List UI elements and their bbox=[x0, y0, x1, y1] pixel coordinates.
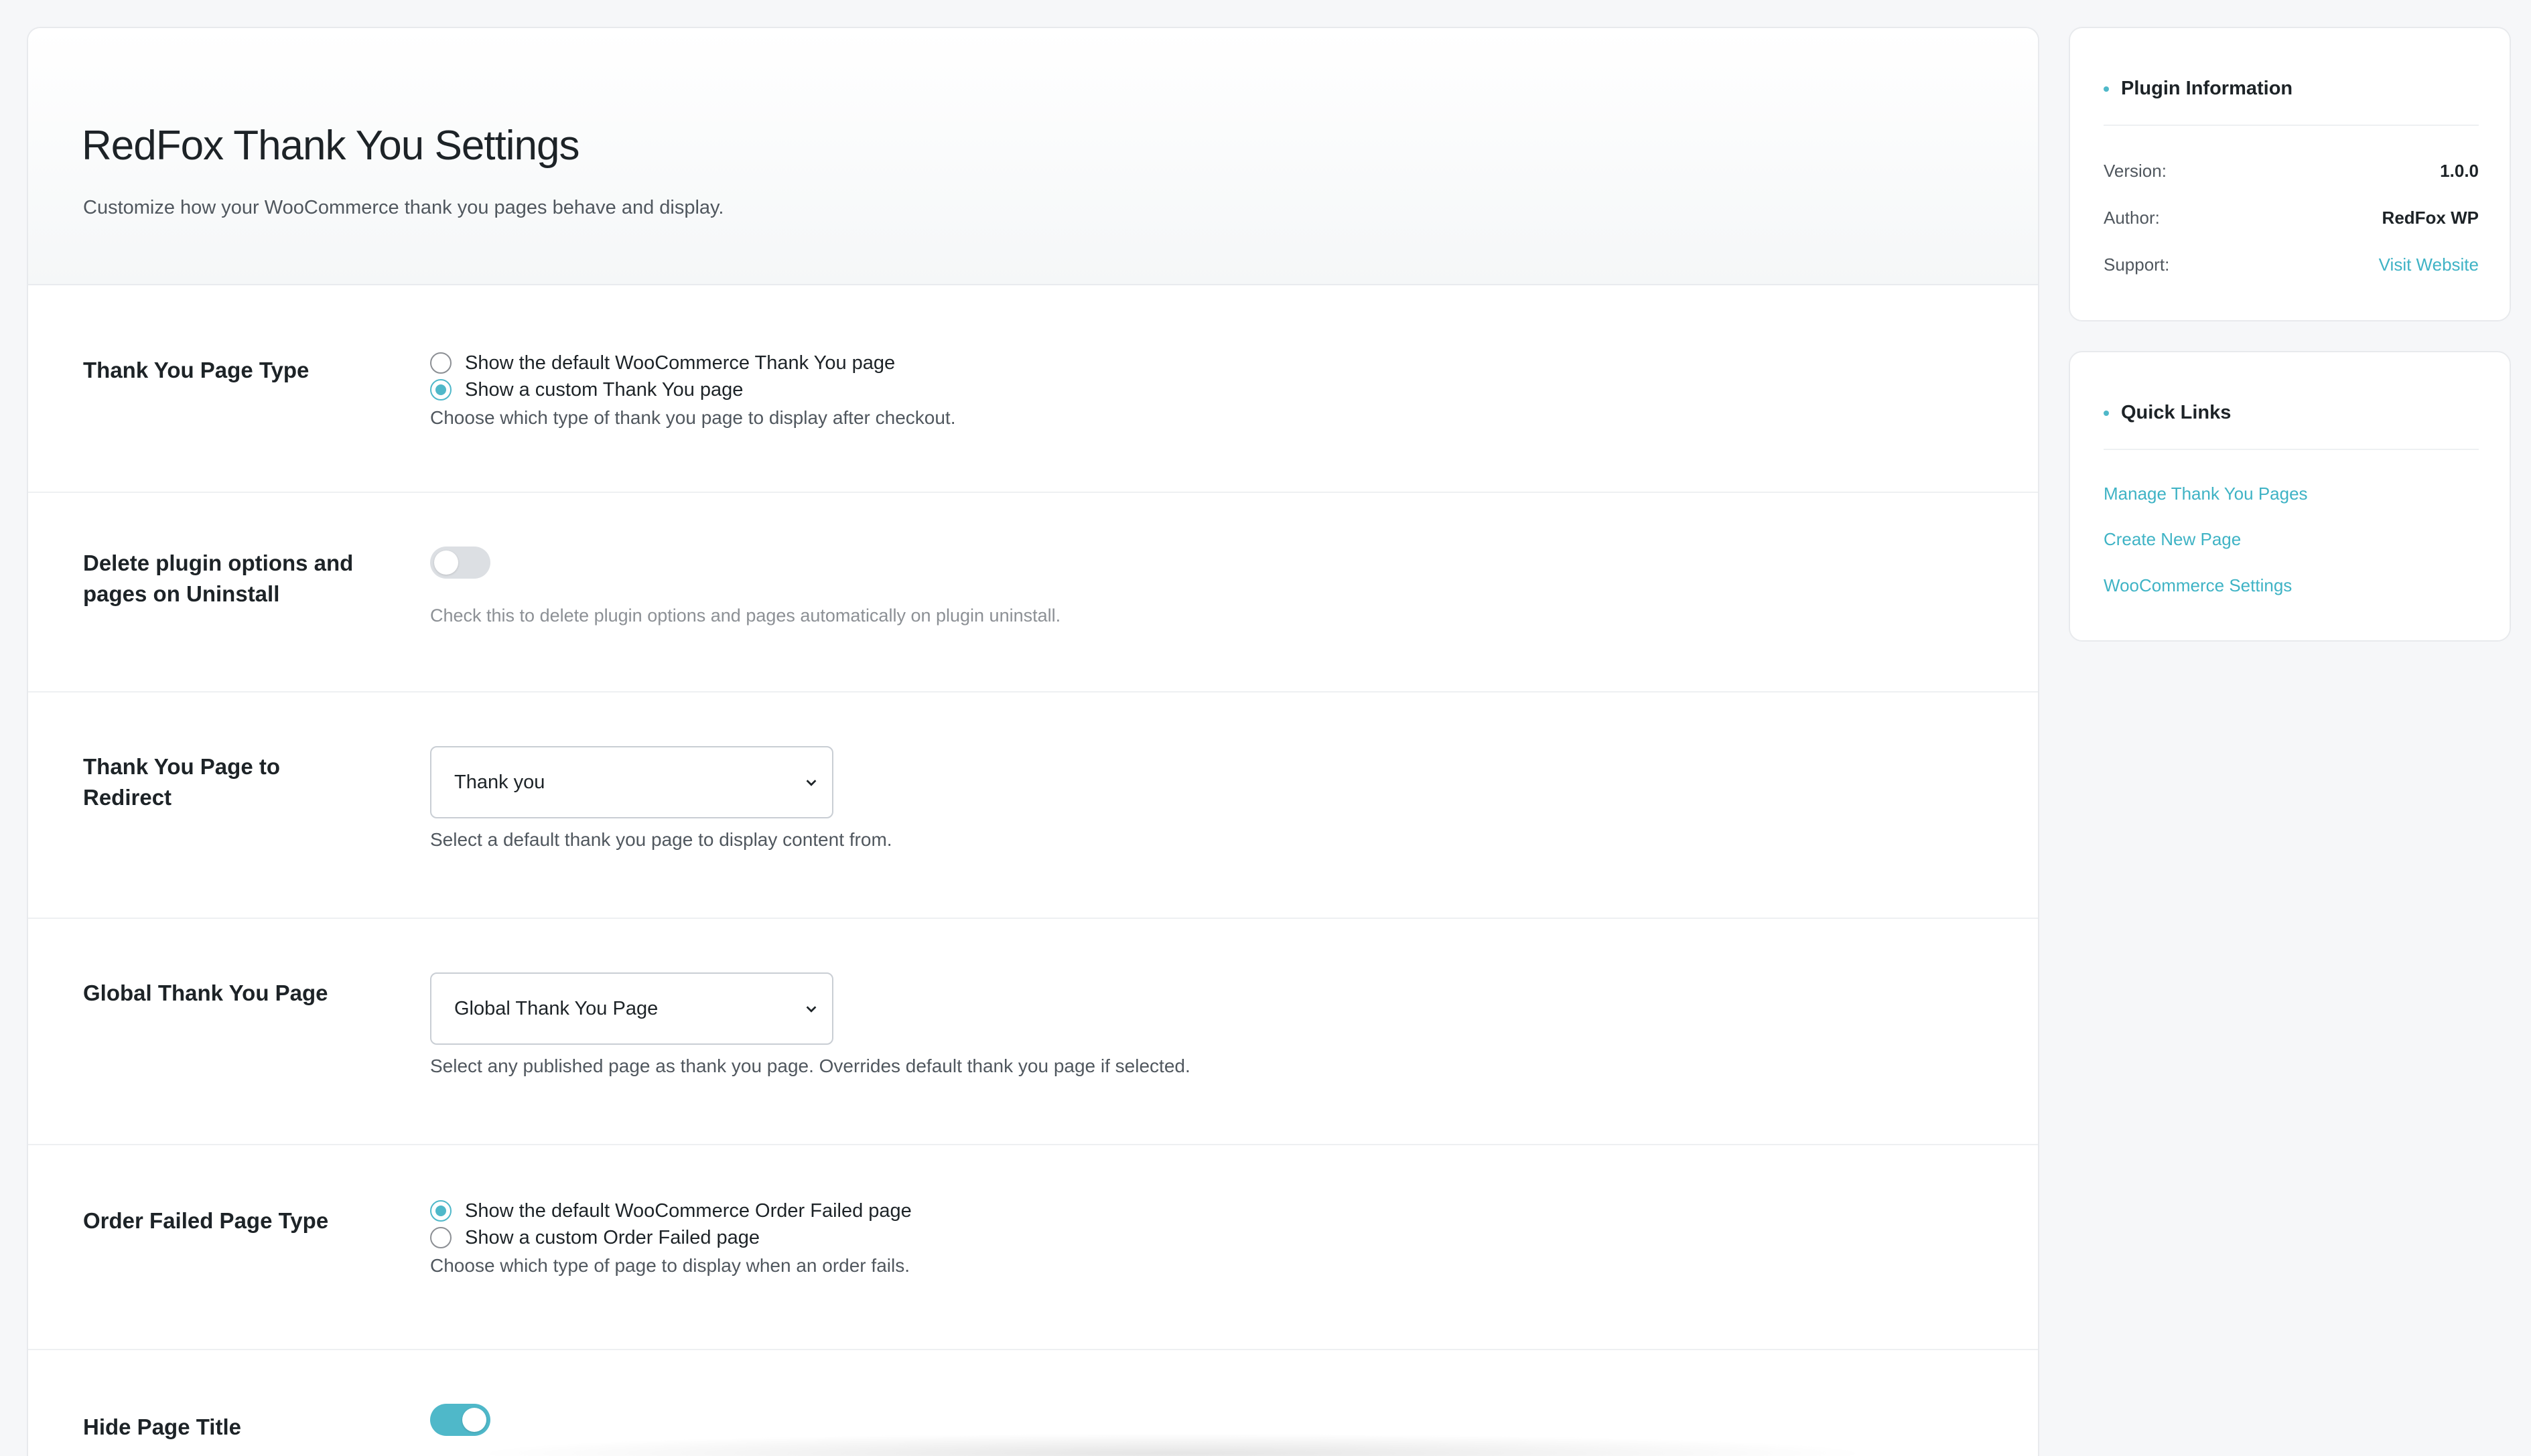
quick-links-divider bbox=[2104, 449, 2479, 450]
redirect-page-control: Thank you Select a default thank you pag… bbox=[430, 746, 892, 851]
global-page-control: Global Thank You Page Select any publish… bbox=[430, 972, 1190, 1077]
radio-default-thank-you-label: Show the default WooCommerce Thank You p… bbox=[465, 352, 896, 374]
radio-custom-thank-you[interactable]: Show a custom Thank You page bbox=[430, 376, 955, 403]
settings-header: RedFox Thank You Settings Customize how … bbox=[28, 28, 2038, 285]
plugin-info-title: Plugin Information bbox=[2121, 78, 2293, 99]
quick-links-heading: Quick Links bbox=[2104, 402, 2231, 424]
global-page-label: Global Thank You Page bbox=[83, 980, 328, 1005]
quick-link-manage-pages[interactable]: Manage Thank You Pages bbox=[2104, 484, 2308, 504]
row-delete-uninstall: Delete plugin options and pages on Unins… bbox=[28, 493, 2038, 693]
quick-link-create-page[interactable]: Create New Page bbox=[2104, 529, 2241, 550]
quick-links-card: Quick Links Manage Thank You Pages Creat… bbox=[2069, 351, 2511, 642]
row-order-failed-type: Order Failed Page Type Show the default … bbox=[28, 1145, 2038, 1350]
settings-card: RedFox Thank You Settings Customize how … bbox=[27, 27, 2039, 1456]
delete-uninstall-toggle[interactable] bbox=[430, 547, 490, 579]
radio-custom-thank-you-label: Show a custom Thank You page bbox=[465, 378, 744, 401]
radio-default-order-failed-circle[interactable] bbox=[430, 1200, 452, 1222]
thank-you-type-label: Thank You Page Type bbox=[83, 358, 310, 382]
order-failed-type-help: Choose which type of page to display whe… bbox=[430, 1255, 910, 1276]
page-title: RedFox Thank You Settings bbox=[82, 123, 579, 169]
row-global-page: Global Thank You Page Global Thank You P… bbox=[28, 919, 2038, 1145]
global-page-value: Global Thank You Page bbox=[454, 997, 659, 1019]
chevron-down-icon bbox=[806, 780, 817, 786]
row-redirect-page: Thank You Page to Redirect Thank you Sel… bbox=[28, 693, 2038, 919]
thank-you-type-help: Choose which type of thank you page to d… bbox=[430, 407, 956, 428]
row-thank-you-type: Thank You Page Type Show the default Woo… bbox=[28, 285, 2038, 493]
redirect-page-value: Thank you bbox=[454, 771, 545, 793]
radio-default-thank-you[interactable]: Show the default WooCommerce Thank You p… bbox=[430, 350, 955, 376]
redirect-page-help: Select a default thank you page to displ… bbox=[430, 829, 892, 850]
version-value: 1.0.0 bbox=[2440, 161, 2479, 181]
chevron-down-icon bbox=[806, 1006, 817, 1013]
dot-icon bbox=[2104, 410, 2109, 416]
order-failed-type-options: Show the default WooCommerce Order Faile… bbox=[430, 1197, 912, 1277]
hide-page-title-toggle[interactable] bbox=[430, 1404, 490, 1436]
delete-uninstall-control: Check this to delete plugin options and … bbox=[430, 547, 1061, 626]
delete-uninstall-help: Check this to delete plugin options and … bbox=[430, 605, 1061, 626]
author-key: Author: bbox=[2104, 208, 2160, 228]
visit-website-link[interactable]: Visit Website bbox=[2379, 254, 2479, 275]
radio-custom-thank-you-circle[interactable] bbox=[430, 379, 452, 401]
global-page-help: Select any published page as thank you p… bbox=[430, 1055, 1190, 1076]
redirect-page-select[interactable]: Thank you bbox=[430, 746, 833, 818]
redirect-page-label: Thank You Page to Redirect bbox=[83, 754, 280, 810]
info-row-support: Support: Visit Website bbox=[2104, 254, 2479, 275]
info-row-version: Version: 1.0.0 bbox=[2104, 161, 2479, 181]
hide-page-title-label: Hide Page Title bbox=[83, 1414, 241, 1439]
plugin-info-divider bbox=[2104, 125, 2479, 126]
radio-custom-order-failed[interactable]: Show a custom Order Failed page bbox=[430, 1224, 912, 1251]
author-value: RedFox WP bbox=[2382, 208, 2479, 228]
plugin-info-card: Plugin Information Version: 1.0.0 Author… bbox=[2069, 27, 2511, 321]
quick-link-woocommerce-settings[interactable]: WooCommerce Settings bbox=[2104, 575, 2292, 596]
global-page-select[interactable]: Global Thank You Page bbox=[430, 972, 833, 1045]
info-row-author: Author: RedFox WP bbox=[2104, 208, 2479, 228]
radio-custom-order-failed-circle[interactable] bbox=[430, 1227, 452, 1248]
thank-you-type-options: Show the default WooCommerce Thank You p… bbox=[430, 350, 955, 429]
delete-uninstall-label: Delete plugin options and pages on Unins… bbox=[83, 551, 354, 606]
version-key: Version: bbox=[2104, 161, 2167, 181]
support-key: Support: bbox=[2104, 254, 2170, 275]
radio-default-thank-you-circle[interactable] bbox=[430, 352, 452, 374]
radio-custom-order-failed-label: Show a custom Order Failed page bbox=[465, 1226, 760, 1248]
floating-bar-shadow bbox=[469, 1433, 1876, 1456]
quick-links-title: Quick Links bbox=[2121, 402, 2232, 423]
page-subtitle: Customize how your WooCommerce thank you… bbox=[83, 197, 724, 218]
plugin-info-heading: Plugin Information bbox=[2104, 78, 2293, 100]
hide-page-title-control bbox=[430, 1404, 490, 1436]
radio-default-order-failed-label: Show the default WooCommerce Order Faile… bbox=[465, 1199, 912, 1222]
order-failed-type-label: Order Failed Page Type bbox=[83, 1208, 329, 1233]
dot-icon bbox=[2104, 86, 2109, 92]
radio-default-order-failed[interactable]: Show the default WooCommerce Order Faile… bbox=[430, 1197, 912, 1224]
